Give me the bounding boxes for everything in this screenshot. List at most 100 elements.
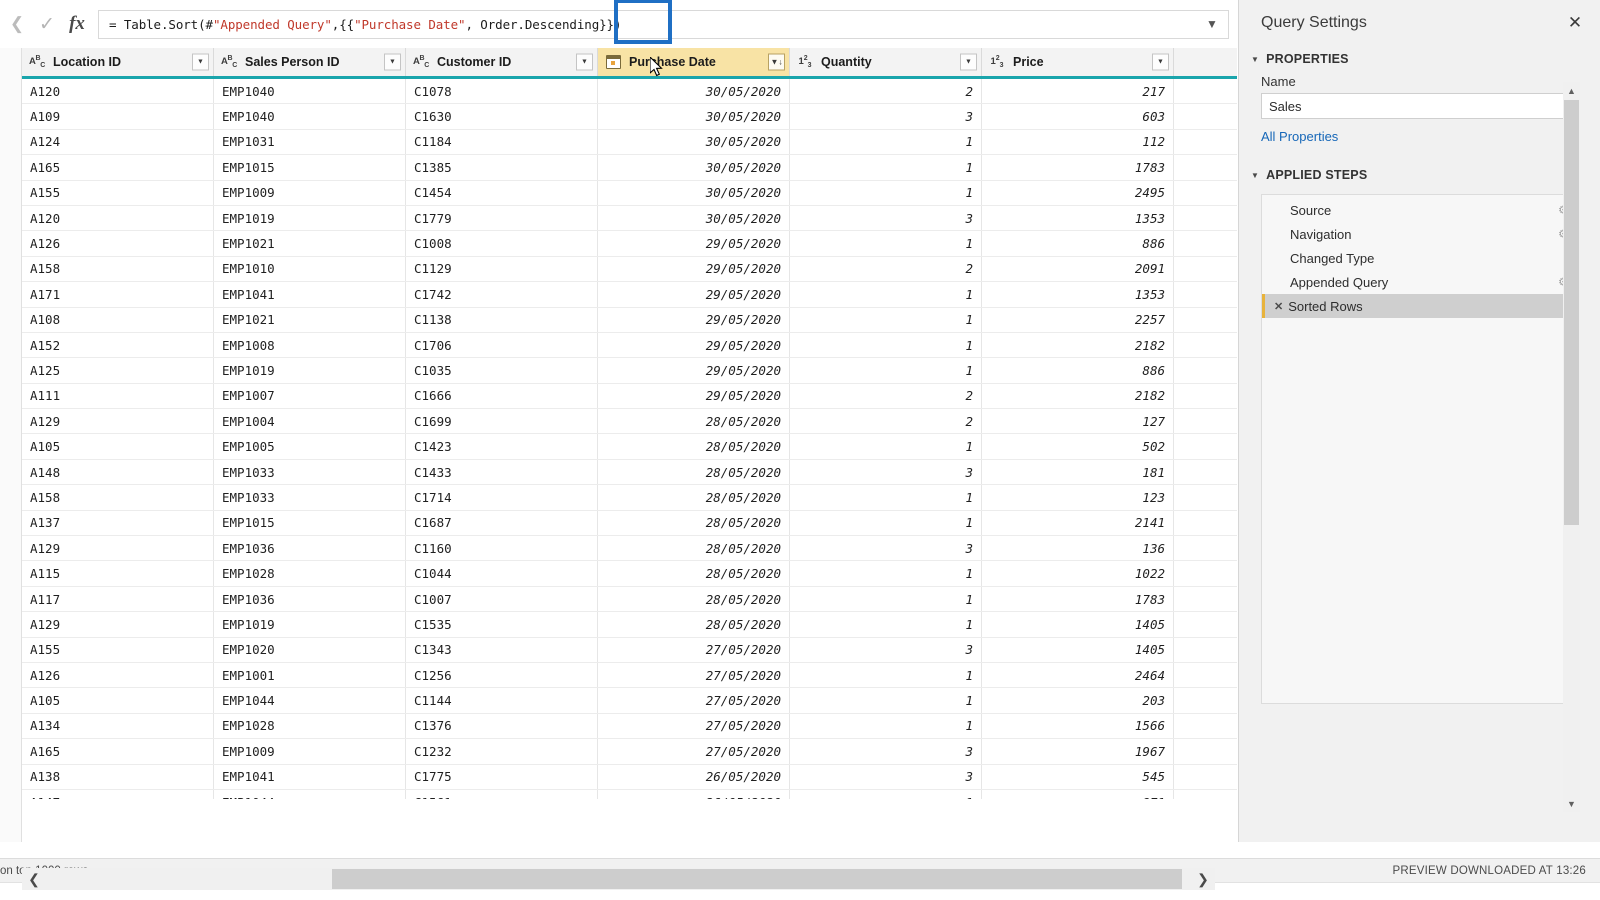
cell-purchase-date[interactable]: 30/05/2020 <box>598 104 790 129</box>
table-row[interactable]: A155 EMP1009 C1454 30/05/2020 1 2495 <box>0 180 1237 206</box>
cell-customer-id[interactable]: C1775 <box>406 764 598 789</box>
cell-location-id[interactable]: A129 <box>22 536 214 561</box>
cell-location-id[interactable]: A105 <box>22 688 214 713</box>
chevron-down-icon[interactable]: ▼ <box>384 53 401 71</box>
cell-location-id[interactable]: A155 <box>22 180 214 205</box>
chevron-down-icon[interactable]: ▼ <box>1202 14 1222 34</box>
cell-location-id[interactable]: A111 <box>22 383 214 409</box>
cell-quantity[interactable]: 3 <box>790 205 982 231</box>
cell-price[interactable]: 1783 <box>982 155 1174 180</box>
cell-location-id[interactable]: A124 <box>22 129 214 155</box>
cell-customer-id[interactable]: C1035 <box>406 358 598 383</box>
cell-quantity[interactable]: 2 <box>790 79 982 104</box>
cell-customer-id[interactable]: C1376 <box>406 713 598 739</box>
cell-sales-person-id[interactable]: EMP1036 <box>214 536 406 561</box>
cell-location-id[interactable]: A152 <box>22 332 214 358</box>
table-row[interactable]: A108 EMP1021 C1138 29/05/2020 1 2257 <box>0 307 1237 333</box>
cell-location-id[interactable]: A148 <box>22 459 214 485</box>
cell-price[interactable]: 1566 <box>982 713 1174 739</box>
cell-location-id[interactable]: A108 <box>22 307 214 332</box>
cell-location-id[interactable]: A155 <box>22 637 214 662</box>
cell-price[interactable]: 2495 <box>982 180 1174 205</box>
cell-price[interactable]: 1022 <box>982 561 1174 586</box>
cell-sales-person-id[interactable]: EMP1021 <box>214 231 406 256</box>
column-header-purchase-date[interactable]: Purchase Date ▼↓ <box>598 48 790 76</box>
cell-price[interactable]: 2257 <box>982 307 1174 332</box>
chevron-left-icon[interactable]: ❮ <box>2 9 32 39</box>
cell-sales-person-id[interactable]: EMP1044 <box>214 789 406 799</box>
cell-price[interactable]: 181 <box>982 459 1174 485</box>
cell-price[interactable]: 1353 <box>982 205 1174 231</box>
table-row[interactable]: A147EMP1044C156126/05/20201871 <box>0 789 1237 799</box>
table-row[interactable]: A165 EMP1015 C1385 30/05/2020 1 1783 <box>0 155 1237 181</box>
cell-sales-person-id[interactable]: EMP1041 <box>214 282 406 307</box>
table-row[interactable]: A125 EMP1019 C1035 29/05/2020 1 886 <box>0 358 1237 384</box>
column-header-sales-person-id[interactable]: ABC Sales Person ID ▼ <box>214 48 406 76</box>
cell-sales-person-id[interactable]: EMP1028 <box>214 561 406 586</box>
cell-price[interactable]: 603 <box>982 104 1174 129</box>
cell-quantity[interactable]: 3 <box>790 536 982 561</box>
cell-purchase-date[interactable]: 28/05/2020 <box>598 434 790 459</box>
cell-customer-id[interactable]: C1138 <box>406 307 598 332</box>
cell-location-id[interactable]: A129 <box>22 612 214 637</box>
table-row[interactable]: A165 EMP1009 C1232 27/05/2020 3 1967 <box>0 739 1237 765</box>
cell-quantity[interactable]: 1 <box>790 612 982 637</box>
cell-customer-id[interactable]: C1256 <box>406 662 598 688</box>
table-row[interactable]: A158 EMP1010 C1129 29/05/2020 2 2091 <box>0 256 1237 283</box>
vertical-scrollbar-thumb[interactable] <box>1564 100 1579 525</box>
cell-customer-id[interactable]: C1699 <box>406 409 598 434</box>
cell-purchase-date[interactable]: 29/05/2020 <box>598 358 790 383</box>
cell-location-id[interactable]: A158 <box>22 485 214 510</box>
cell-location-id[interactable]: A125 <box>22 358 214 383</box>
cell-location-id[interactable]: A105 <box>22 434 214 459</box>
cell-sales-person-id[interactable]: EMP1044 <box>214 688 406 713</box>
cell-price[interactable]: 2182 <box>982 383 1174 409</box>
chevron-left-icon[interactable]: ❮ <box>22 868 46 890</box>
table-row[interactable]: A134 EMP1028 C1376 27/05/2020 1 1566 <box>0 713 1237 740</box>
cell-quantity[interactable]: 1 <box>790 332 982 358</box>
cell-customer-id[interactable]: C1044 <box>406 561 598 586</box>
applied-step-navigation[interactable]: Navigation⚙ <box>1262 222 1577 246</box>
cell-customer-id[interactable]: C1535 <box>406 612 598 637</box>
cell-sales-person-id[interactable]: EMP1040 <box>214 104 406 129</box>
horizontal-scrollbar[interactable]: ❮ ❯ <box>22 868 1215 890</box>
chevron-up-icon[interactable]: ▲ <box>1563 82 1580 99</box>
cell-sales-person-id[interactable]: EMP1009 <box>214 739 406 764</box>
formula-input[interactable]: = Table.Sort(#"Appended Query",{{"Purcha… <box>98 9 1229 39</box>
cell-sales-person-id[interactable]: EMP1005 <box>214 434 406 459</box>
cell-purchase-date[interactable]: 29/05/2020 <box>598 282 790 307</box>
column-header-price[interactable]: 123 Price ▼ <box>982 48 1174 76</box>
all-properties-link[interactable]: All Properties <box>1239 119 1600 144</box>
cell-sales-person-id[interactable]: EMP1041 <box>214 764 406 789</box>
cell-purchase-date[interactable]: 30/05/2020 <box>598 180 790 205</box>
close-icon[interactable]: ✕ <box>1564 13 1586 33</box>
cell-location-id[interactable]: A109 <box>22 104 214 129</box>
cell-location-id[interactable]: A134 <box>22 713 214 739</box>
cell-purchase-date[interactable]: 26/05/2020 <box>598 764 790 789</box>
column-header-quantity[interactable]: 123 Quantity ▼ <box>790 48 982 76</box>
cell-sales-person-id[interactable]: EMP1033 <box>214 485 406 510</box>
applied-step-source[interactable]: Source⚙ <box>1262 198 1577 222</box>
cell-customer-id[interactable]: C1184 <box>406 129 598 155</box>
cell-purchase-date[interactable]: 27/05/2020 <box>598 637 790 662</box>
cell-quantity[interactable]: 3 <box>790 104 982 129</box>
cell-customer-id[interactable]: C1078 <box>406 79 598 104</box>
cell-purchase-date[interactable]: 27/05/2020 <box>598 713 790 739</box>
cell-purchase-date[interactable]: 29/05/2020 <box>598 383 790 409</box>
cell-customer-id[interactable]: C1385 <box>406 155 598 180</box>
checkmark-icon[interactable]: ✓ <box>32 9 62 39</box>
cell-customer-id[interactable]: C1687 <box>406 510 598 536</box>
chevron-down-icon[interactable]: ▼ <box>576 53 593 71</box>
cell-customer-id[interactable]: C1706 <box>406 332 598 358</box>
table-row[interactable]: A138 EMP1041 C1775 26/05/2020 3 545 <box>0 764 1237 790</box>
applied-step-appended-query[interactable]: Appended Query⚙ <box>1262 270 1577 294</box>
cell-location-id[interactable]: A165 <box>22 155 214 180</box>
table-row[interactable]: A129 EMP1004 C1699 28/05/2020 2 127 <box>0 409 1237 435</box>
cell-location-id[interactable]: A120 <box>22 79 214 104</box>
cell-customer-id[interactable]: C1433 <box>406 459 598 485</box>
cell-price[interactable]: 886 <box>982 358 1174 383</box>
cell-customer-id[interactable]: C1007 <box>406 586 598 612</box>
table-row[interactable]: A105 EMP1005 C1423 28/05/2020 1 502 <box>0 434 1237 460</box>
column-header-location-id[interactable]: ABC Location ID ▼ <box>22 48 214 76</box>
cell-customer-id[interactable]: C1779 <box>406 205 598 231</box>
